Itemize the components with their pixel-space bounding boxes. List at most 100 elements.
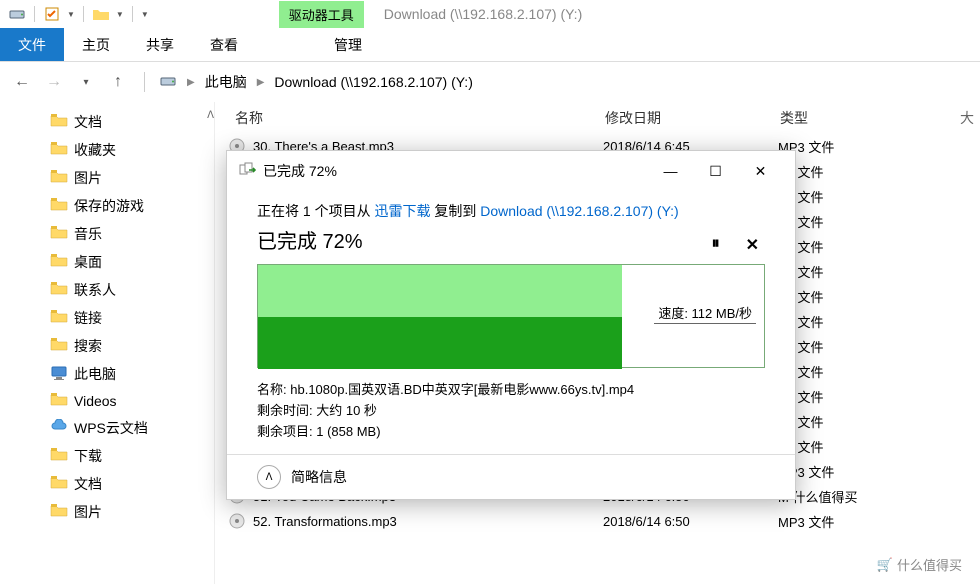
time-remaining: 大约 10 秒 [316,403,377,418]
file-type: P3 文件 [778,437,980,456]
navigation-bar: ← → ▾ ↑ ▶ 此电脑 ▶ Download (\\192.168.2.10… [0,62,980,102]
folder-icon [50,309,68,327]
copy-dest-link[interactable]: Download (\\192.168.2.107) (Y:) [480,203,678,219]
tree-item-label: 此电脑 [74,364,116,384]
tree-item-label: 链接 [74,308,102,328]
file-type: P3 文件 [778,337,980,356]
tree-item-label: 保存的游戏 [74,196,144,216]
contextual-tab-label: 驱动器工具 [279,1,364,28]
progress-bar: 速度: 112 MB/秒 [257,264,765,368]
column-date[interactable]: 修改日期 [605,108,780,128]
pause-button[interactable]: ⏸ [712,235,720,255]
window-title: Download (\\192.168.2.107) (Y:) [384,6,582,22]
quick-access-toolbar: ▼ ▼ ▼ [0,5,149,23]
tree-item[interactable]: 图片 [0,498,214,526]
customize-qat-icon[interactable]: ▼ [141,10,149,19]
tab-home[interactable]: 主页 [64,28,128,61]
list-row[interactable]: 52. Transformations.mp32018/6/14 6:50MP3… [215,509,980,534]
file-type: P3 文件 [778,212,980,231]
speed-label: 速度: 112 MB/秒 [654,303,756,324]
column-size[interactable]: 大 [960,108,980,128]
breadcrumb-root[interactable]: 此电脑 [205,72,247,92]
progress-percent-label: 已完成 72% [257,225,363,254]
chevron-right-icon[interactable]: ▶ [187,77,195,88]
pc-icon [50,365,68,383]
tab-view[interactable]: 查看 [192,28,256,61]
file-type: P3 文件 [778,162,980,181]
tree-item[interactable]: 保存的游戏 [0,192,214,220]
folder-icon [50,113,68,131]
tree-item[interactable]: WPS云文档 [0,414,214,442]
tree-item[interactable]: 音乐 [0,220,214,248]
watermark-icon: 🛒 [877,557,893,573]
copy-source-link[interactable]: 迅雷下载 [374,203,430,219]
column-type[interactable]: 类型 [780,108,960,128]
column-name[interactable]: 名称 [215,108,605,128]
drive-icon [159,72,177,93]
tab-manage[interactable]: 管理 [316,28,380,61]
separator [132,6,133,22]
tree-item[interactable]: 此电脑 [0,360,214,388]
folder-icon [50,447,68,465]
file-date: 2018/6/14 6:50 [603,514,778,529]
properties-icon[interactable] [43,5,61,23]
cancel-button[interactable]: ✕ [746,235,759,255]
copy-details: 名称: hb.1080p.国英双语.BD中英双字[最新电影www.66ys.tv… [257,380,765,442]
dialog-footer: ᐱ 简略信息 [227,454,795,499]
collapse-details-button[interactable]: ᐱ [257,465,281,489]
forward-button[interactable]: → [42,70,66,94]
progress-fill-top [258,265,622,317]
up-button[interactable]: ↑ [106,70,130,94]
title-bar: ▼ ▼ ▼ 驱动器工具 Download (\\192.168.2.107) (… [0,0,980,28]
scroll-up-icon[interactable]: ᐱ [207,110,214,121]
separator [144,72,145,92]
tab-file[interactable]: 文件 [0,28,64,61]
minimize-button[interactable]: — [648,159,693,183]
tree-item[interactable]: 文档 [0,108,214,136]
back-button[interactable]: ← [10,70,34,94]
folder-icon [50,197,68,215]
folder-icon [50,169,68,187]
tree-item[interactable]: 链接 [0,304,214,332]
file-type: P3 文件 [778,237,980,256]
maximize-button[interactable]: ☐ [693,159,738,183]
tree-item[interactable]: 文档 [0,470,214,498]
folder-icon [50,253,68,271]
file-type: P3 文件 [778,187,980,206]
tree-item[interactable]: 收藏夹 [0,136,214,164]
navigation-tree: ᐱ 文档收藏夹图片保存的游戏音乐桌面联系人链接搜索此电脑VideosWPS云文档… [0,102,215,584]
file-type: MP3 文件 [778,512,980,531]
tree-item-label: WPS云文档 [74,418,148,438]
copy-icon [239,162,257,181]
tree-item[interactable]: 搜索 [0,332,214,360]
ribbon-tabs: 文件 主页 共享 查看 管理 [0,28,980,62]
folder-icon [50,337,68,355]
folder-icon [50,225,68,243]
new-folder-icon[interactable] [92,5,110,23]
file-type: P3 文件 [778,262,980,281]
close-button[interactable]: ✕ [738,159,783,183]
drive-icon [8,5,26,23]
chevron-right-icon[interactable]: ▶ [257,77,265,88]
breadcrumb-location[interactable]: Download (\\192.168.2.107) (Y:) [274,74,472,90]
separator [34,6,35,22]
chevron-down-icon[interactable]: ▼ [67,10,75,19]
tree-item[interactable]: 下载 [0,442,214,470]
tree-item[interactable]: 图片 [0,164,214,192]
chevron-down-icon[interactable]: ▼ [116,10,124,19]
tree-item-label: 桌面 [74,252,102,272]
dialog-titlebar[interactable]: 已完成 72% — ☐ ✕ [227,151,795,191]
file-type: MP3 文件 [778,462,980,481]
recent-dropdown[interactable]: ▾ [74,70,98,94]
tree-item-label: 图片 [74,502,102,522]
address-bar[interactable]: ▶ 此电脑 ▶ Download (\\192.168.2.107) (Y:) [159,72,473,93]
tree-item[interactable]: 联系人 [0,276,214,304]
separator [83,6,84,22]
tree-item-label: 搜索 [74,336,102,356]
tree-item[interactable]: Videos [0,388,214,414]
cloud-icon [50,419,68,437]
tab-share[interactable]: 共享 [128,28,192,61]
watermark: 🛒 什么值得买 [867,553,972,576]
footer-label[interactable]: 简略信息 [291,467,347,487]
tree-item[interactable]: 桌面 [0,248,214,276]
